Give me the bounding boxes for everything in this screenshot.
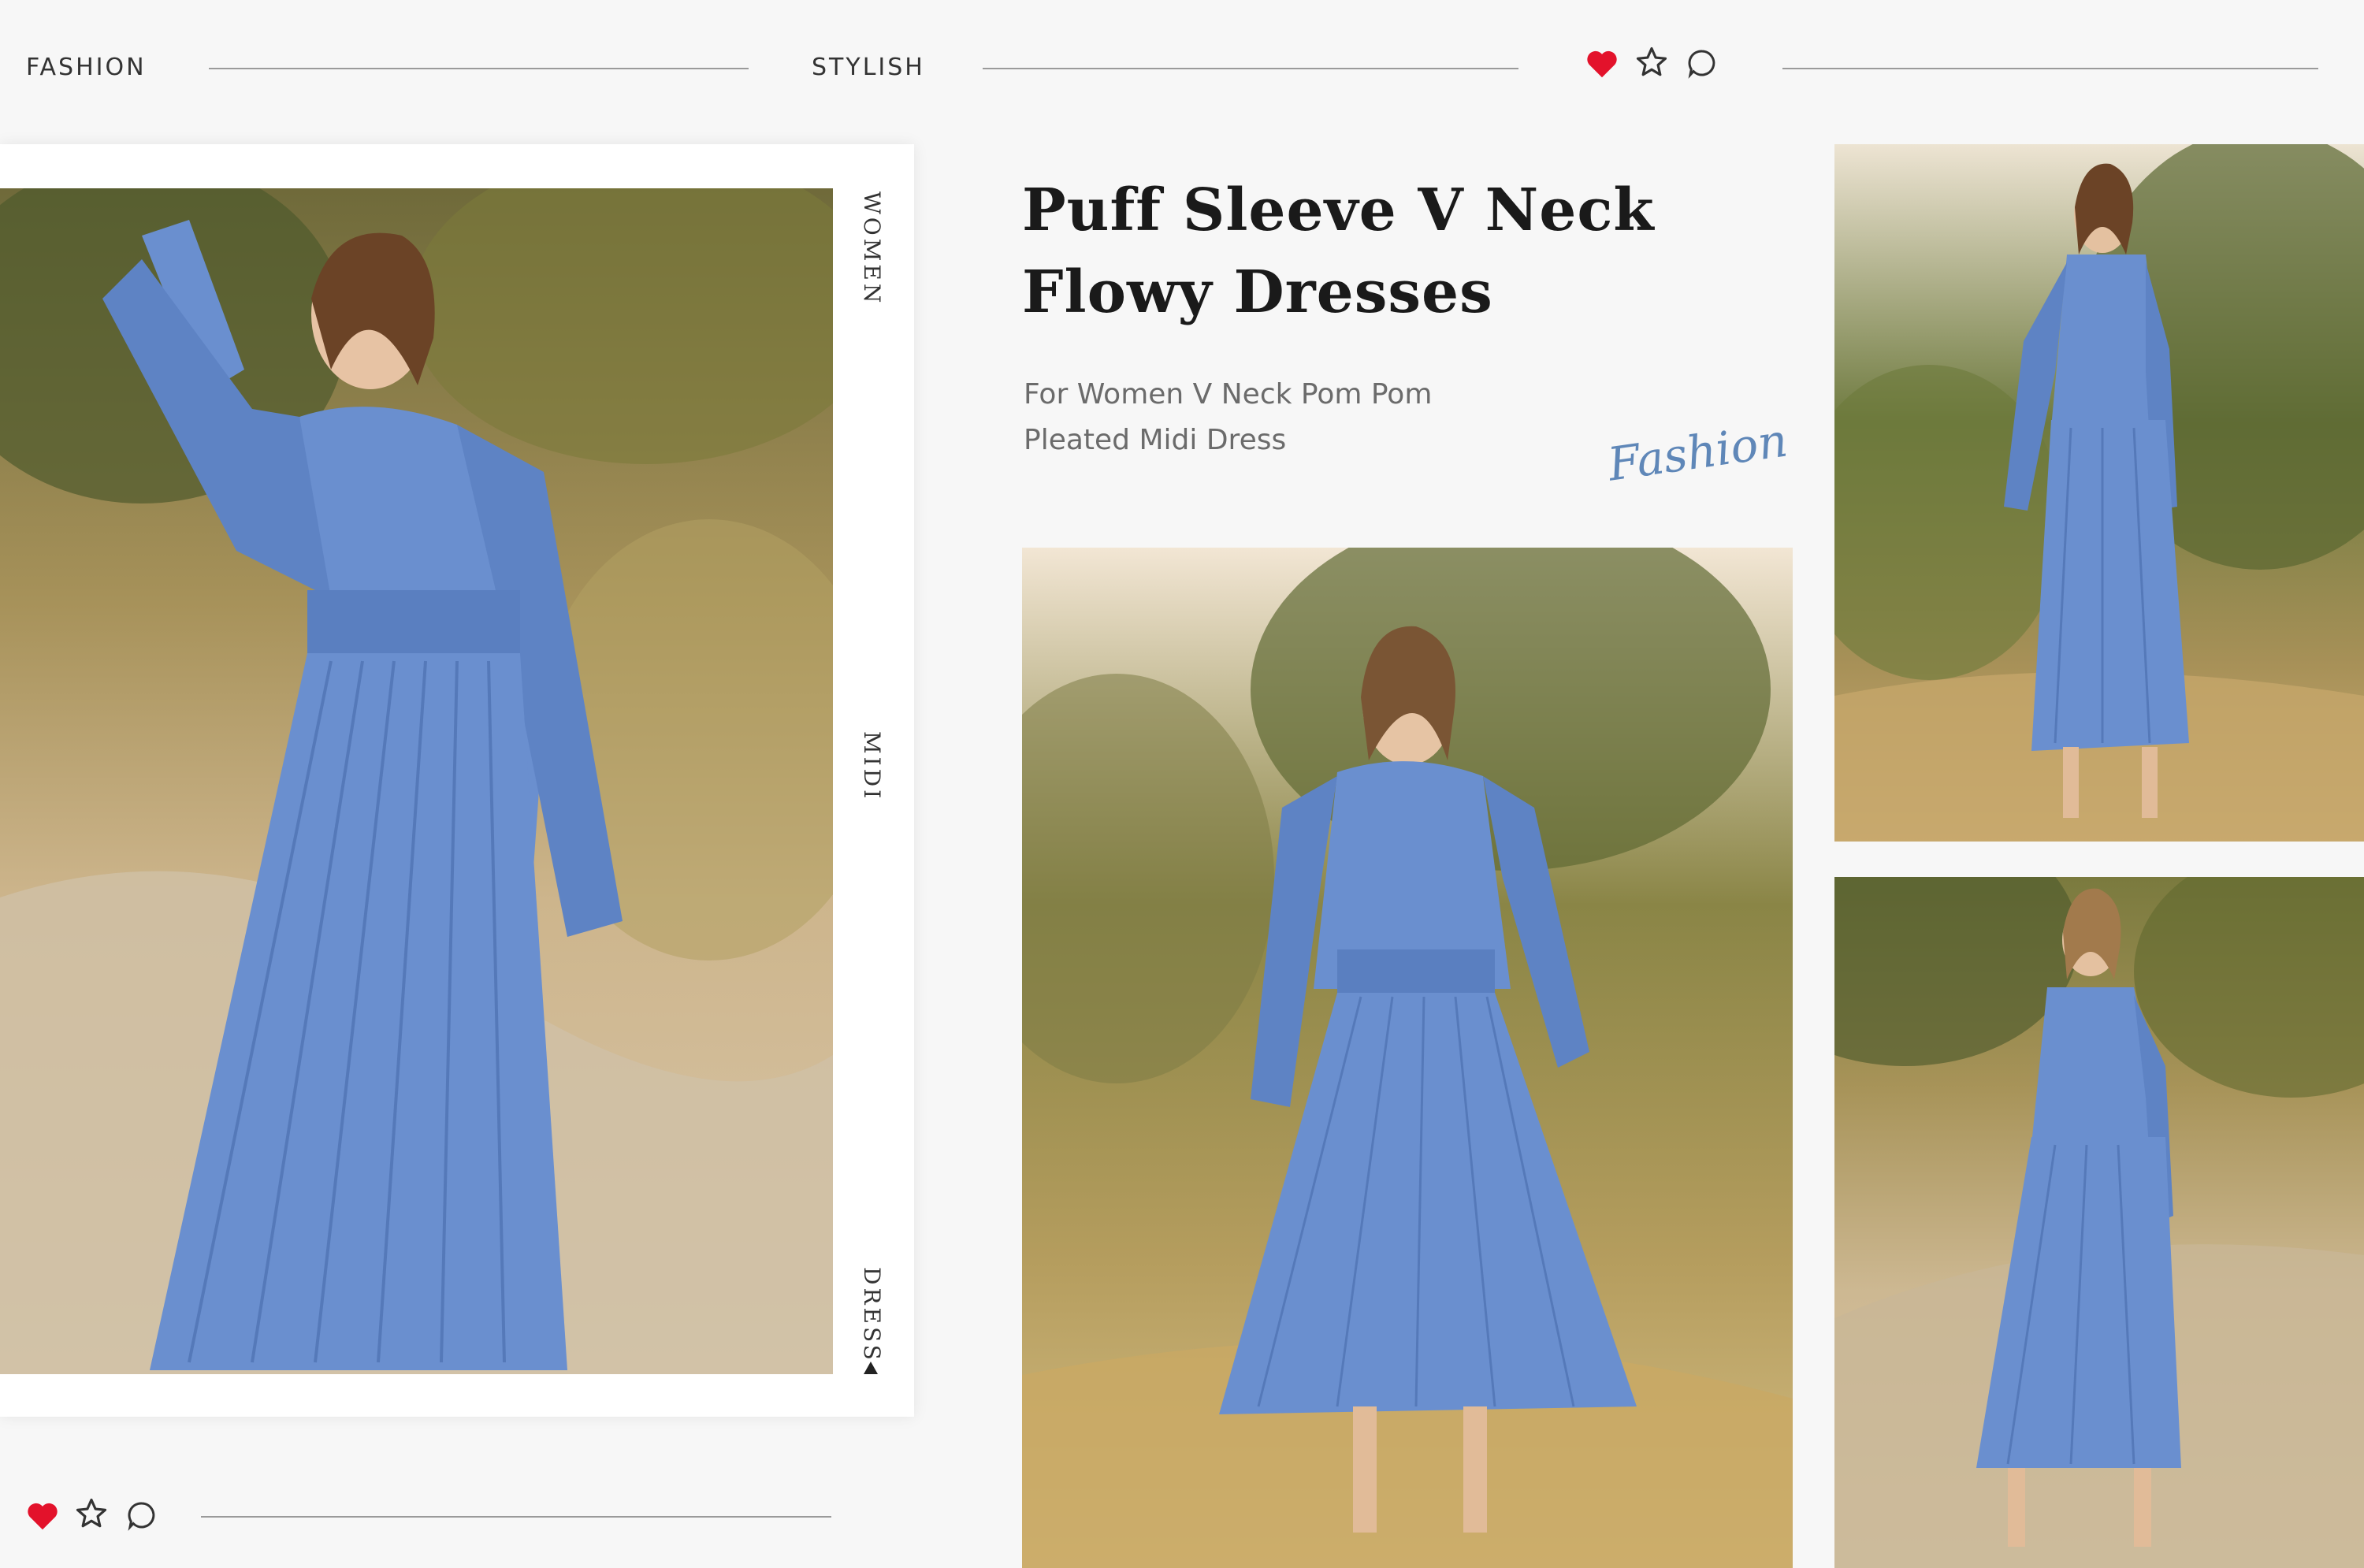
side-label-dress: DRESS bbox=[859, 1267, 885, 1363]
header-divider-1 bbox=[209, 68, 749, 69]
product-title-line-1: Puff Sleeve V Neck bbox=[1022, 176, 1655, 244]
center-product-photo[interactable] bbox=[1022, 548, 1793, 1568]
fashion-script-text: Fashion bbox=[1604, 413, 1791, 492]
footer-divider bbox=[201, 1516, 831, 1518]
side-label-midi: MIDI bbox=[859, 731, 885, 802]
product-title-line-2: Flowy Dresses bbox=[1022, 258, 1493, 326]
header-divider-3 bbox=[1782, 68, 2318, 69]
star-icon[interactable] bbox=[1635, 46, 1668, 79]
left-product-card: WOMEN MIDI DRESS bbox=[0, 144, 914, 1417]
triangle-icon bbox=[864, 1362, 878, 1374]
main-product-photo[interactable] bbox=[0, 188, 833, 1374]
heart-icon[interactable] bbox=[26, 1501, 59, 1531]
product-subtitle-line-1: For Women V Neck Pom Pom bbox=[1024, 378, 1433, 411]
header-divider-2 bbox=[983, 68, 1518, 69]
product-subtitle-line-2: Pleated Midi Dress bbox=[1024, 424, 1287, 456]
product-subtitle: For Women V Neck Pom Pom Pleated Midi Dr… bbox=[1024, 372, 1575, 463]
comment-icon[interactable] bbox=[126, 1499, 158, 1531]
heart-icon[interactable] bbox=[1585, 49, 1619, 79]
right-bottom-product-photo[interactable] bbox=[1834, 877, 2364, 1568]
right-top-product-photo[interactable] bbox=[1834, 144, 2364, 842]
product-title: Puff Sleeve V Neck Flowy Dresses bbox=[1022, 169, 1731, 333]
comment-icon[interactable] bbox=[1686, 47, 1718, 79]
nav-fashion[interactable]: FASHION bbox=[26, 54, 147, 81]
nav-stylish[interactable]: STYLISH bbox=[812, 54, 925, 81]
star-icon[interactable] bbox=[75, 1497, 108, 1530]
side-label-women: WOMEN bbox=[859, 191, 885, 307]
